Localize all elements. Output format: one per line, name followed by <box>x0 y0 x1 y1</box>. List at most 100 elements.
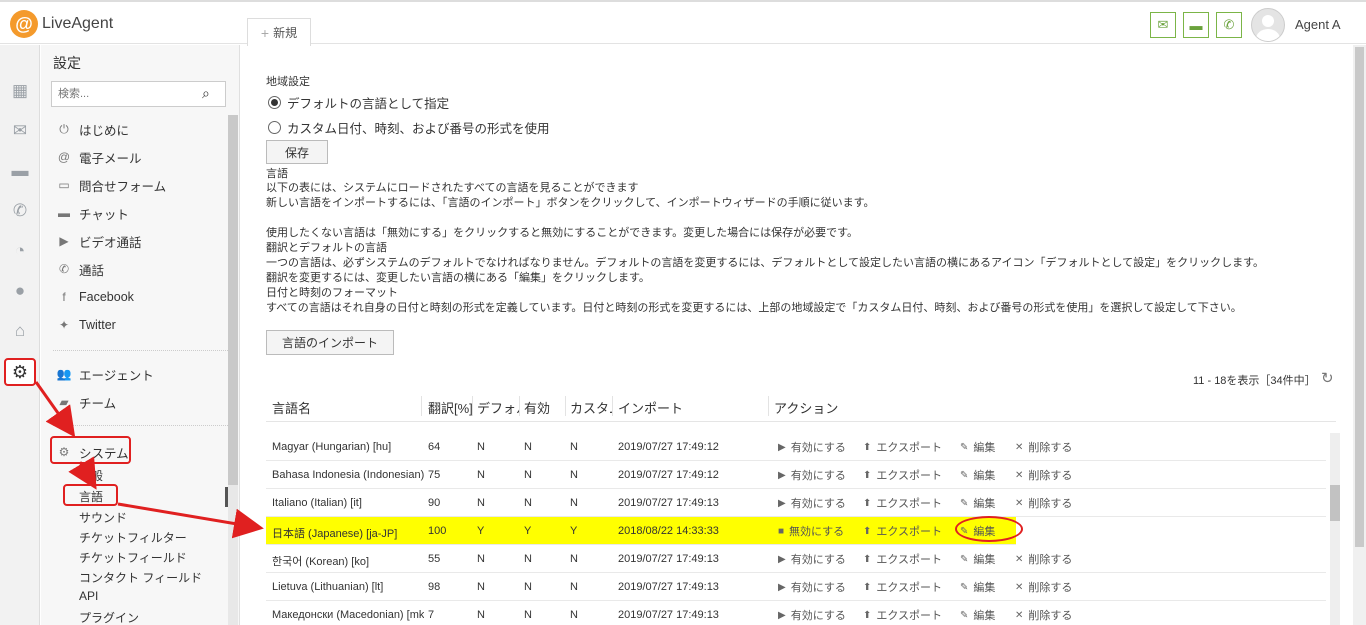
toggle-action[interactable]: ▶ 有効にする <box>778 607 846 623</box>
sidebar-item-teams[interactable]: ▰ チーム <box>55 392 116 412</box>
sidebar-item-video-call[interactable]: ▶ ビデオ通話 <box>55 231 141 251</box>
sidebar-item-getting-started[interactable]: ⏻ はじめに <box>55 119 129 139</box>
toggle-action[interactable]: ▶ 有効にする <box>778 439 846 455</box>
refresh-icon[interactable]: ↻ <box>1321 369 1334 387</box>
column-header[interactable]: カスタム <box>570 398 612 417</box>
toggle-action[interactable]: ▶ 有効にする <box>778 495 846 511</box>
new-tab[interactable]: + 新規 <box>247 18 311 46</box>
sidebar-item-email[interactable]: @ 電子メール <box>55 147 142 167</box>
table-row[interactable]: Lietuva (Lithuanian) [lt] 98 N N N 2019/07/27… <box>266 573 1326 601</box>
sidebar-item-contact-form[interactable]: ▭ 問合せフォーム <box>55 175 166 195</box>
translation-percent-cell: 55 <box>428 553 441 565</box>
table-row[interactable]: Magyar (Hungarian) [hu] 64 N N N 2019/07/27 1… <box>266 433 1326 461</box>
column-header[interactable]: 言語名 <box>272 398 311 417</box>
edit-action[interactable]: ✎ 編集 <box>960 439 995 455</box>
export-action[interactable]: ⬆ エクスポート <box>863 495 942 511</box>
logo[interactable]: @ LiveAgent <box>10 10 113 38</box>
sidebar-sub-contact-fields[interactable]: コンタクト フィールド <box>79 569 202 586</box>
table-scrollbar[interactable] <box>1330 433 1340 625</box>
divider <box>53 425 228 426</box>
toggle-action-label: 有効にする <box>790 554 846 566</box>
language-name-cell: Македонски (Macedonian) [mk] <box>272 609 424 621</box>
table-row[interactable]: Bahasa Indonesia (Indonesian) [id] 75 N N N 2… <box>266 461 1326 489</box>
save-button[interactable]: 保存 <box>266 140 328 164</box>
settings-icon[interactable]: ⚙ <box>4 358 36 386</box>
search-input[interactable] <box>51 81 226 107</box>
delete-action[interactable]: ✕ 削除する <box>1015 607 1072 623</box>
phone-icon[interactable]: ✆ <box>8 199 32 223</box>
sidebar-sub-api[interactable]: API <box>79 589 98 603</box>
radio-custom-format[interactable]: カスタム日付、時刻、および番号の形式を使用 <box>268 118 550 137</box>
contacts-icon[interactable]: ● <box>8 279 32 303</box>
edit-action[interactable]: ✎ 編集 <box>960 495 995 511</box>
radio-default-language[interactable]: デフォルトの言語として指定 <box>268 93 449 112</box>
page-scrollbar-thumb[interactable] <box>1355 47 1364 547</box>
sidebar-sub-ticket-filters[interactable]: チケットフィルター <box>79 529 187 546</box>
active-indicator <box>225 487 228 507</box>
avatar[interactable] <box>1251 8 1285 42</box>
table-row[interactable]: Македонски (Macedonian) [mk] 7 N N N 2019/07/… <box>266 601 1326 625</box>
import-language-button[interactable]: 言語のインポート <box>266 330 394 355</box>
table-row[interactable]: 한국어 (Korean) [ko] 55 N N N 2019/07/27 17:49:1… <box>266 545 1326 573</box>
description-line: 言語 <box>266 168 288 180</box>
export-action[interactable]: ⬆ エクスポート <box>863 579 942 595</box>
edit-action[interactable]: ✎ 編集 <box>960 607 995 623</box>
chat-icon: ▬ <box>58 206 70 220</box>
edit-action[interactable]: ✎ 編集 <box>960 467 995 483</box>
radio-unchecked[interactable] <box>268 121 281 134</box>
table-scrollbar-thumb[interactable] <box>1330 485 1340 521</box>
column-header[interactable]: インポート <box>618 398 683 417</box>
chat-icon[interactable]: ▬ <box>1183 12 1209 38</box>
table-row[interactable]: 日本語 (Japanese) [ja-JP] 100 Y Y Y 2018/08/22 1… <box>266 517 1016 545</box>
export-action[interactable]: ⬆ エクスポート <box>863 439 942 455</box>
sidebar-sub-plugins[interactable]: プラグイン <box>79 609 139 625</box>
sidebar-item-twitter[interactable]: ✦ Twitter <box>55 315 116 335</box>
delete-action[interactable]: ✕ 削除する <box>1015 551 1072 567</box>
knowledgebase-icon[interactable]: ⌂ <box>8 319 32 343</box>
sidebar-item-label: はじめに <box>79 123 130 138</box>
sidebar-item-facebook[interactable]: f Facebook <box>55 287 134 307</box>
mail-icon[interactable]: ✉ <box>1150 12 1176 38</box>
sidebar-item-agents[interactable]: 👥 エージェント <box>55 364 154 384</box>
reports-icon[interactable]: ◔ <box>8 239 32 263</box>
chat-icon[interactable]: ▬ <box>8 159 32 183</box>
edit-action[interactable]: ✎ 編集 <box>960 579 995 595</box>
description-line: 一つの言語は、必ずシステムのデフォルトでなければなりません。デフォルトの言語を変… <box>266 257 1265 269</box>
table-row[interactable]: Italiano (Italian) [it] 90 N N N 2019/07/27 1… <box>266 489 1326 517</box>
sidebar-item-chat[interactable]: ▬ チャット <box>55 203 129 223</box>
sidebar-sub-ticket-fields[interactable]: チケットフィールド <box>79 549 187 566</box>
phone-icon[interactable]: ✆ <box>1216 12 1242 38</box>
column-header[interactable]: 有効 <box>524 398 550 417</box>
delete-action[interactable]: ✕ 削除する <box>1015 495 1072 511</box>
sidebar-item-call[interactable]: ✆ 通話 <box>55 259 104 279</box>
export-action[interactable]: ⬆ エクスポート <box>863 467 942 483</box>
toggle-action[interactable]: ▶ 有効にする <box>778 551 846 567</box>
edit-icon: ✎ <box>960 581 969 593</box>
sidebar-scrollbar-thumb[interactable] <box>228 115 238 485</box>
export-action[interactable]: ⬆ エクスポート <box>863 607 942 623</box>
edit-action-label: 編集 <box>973 442 996 454</box>
search-icon[interactable]: ⌕ <box>202 85 210 102</box>
column-header[interactable]: 翻訳[%] <box>428 398 472 417</box>
export-action[interactable]: ⬆ エクスポート <box>863 523 942 539</box>
toggle-action-label: 有効にする <box>790 498 846 510</box>
delete-action[interactable]: ✕ 削除する <box>1015 439 1072 455</box>
radio-checked[interactable] <box>268 96 281 109</box>
delete-action[interactable]: ✕ 削除する <box>1015 467 1072 483</box>
column-header[interactable]: アクション <box>774 398 838 417</box>
delete-action[interactable]: ✕ 削除する <box>1015 579 1072 595</box>
default-cell: N <box>477 441 485 453</box>
sidebar-sub-general[interactable]: 一般 <box>79 467 103 484</box>
column-header[interactable]: デフォルト <box>477 398 519 417</box>
description-line: 使用したくない言語は「無効にする」をクリックすると無効にすることができます。変更… <box>266 227 859 239</box>
sidebar-sub-sounds[interactable]: サウンド <box>79 509 127 526</box>
edit-action[interactable]: ✎ 編集 <box>960 551 995 567</box>
toggle-action[interactable]: ■ 無効にする <box>778 523 844 539</box>
export-action[interactable]: ⬆ エクスポート <box>863 551 942 567</box>
description-line: 翻訳を変更するには、変更したい言語の横にある「編集」をクリックします。 <box>266 272 650 284</box>
toggle-action[interactable]: ▶ 有効にする <box>778 467 846 483</box>
mail-icon[interactable]: ✉ <box>8 119 32 143</box>
toggle-action[interactable]: ▶ 有効にする <box>778 579 846 595</box>
agent-name[interactable]: Agent A <box>1295 17 1341 32</box>
dashboard-icon[interactable]: ▦ <box>8 79 32 103</box>
